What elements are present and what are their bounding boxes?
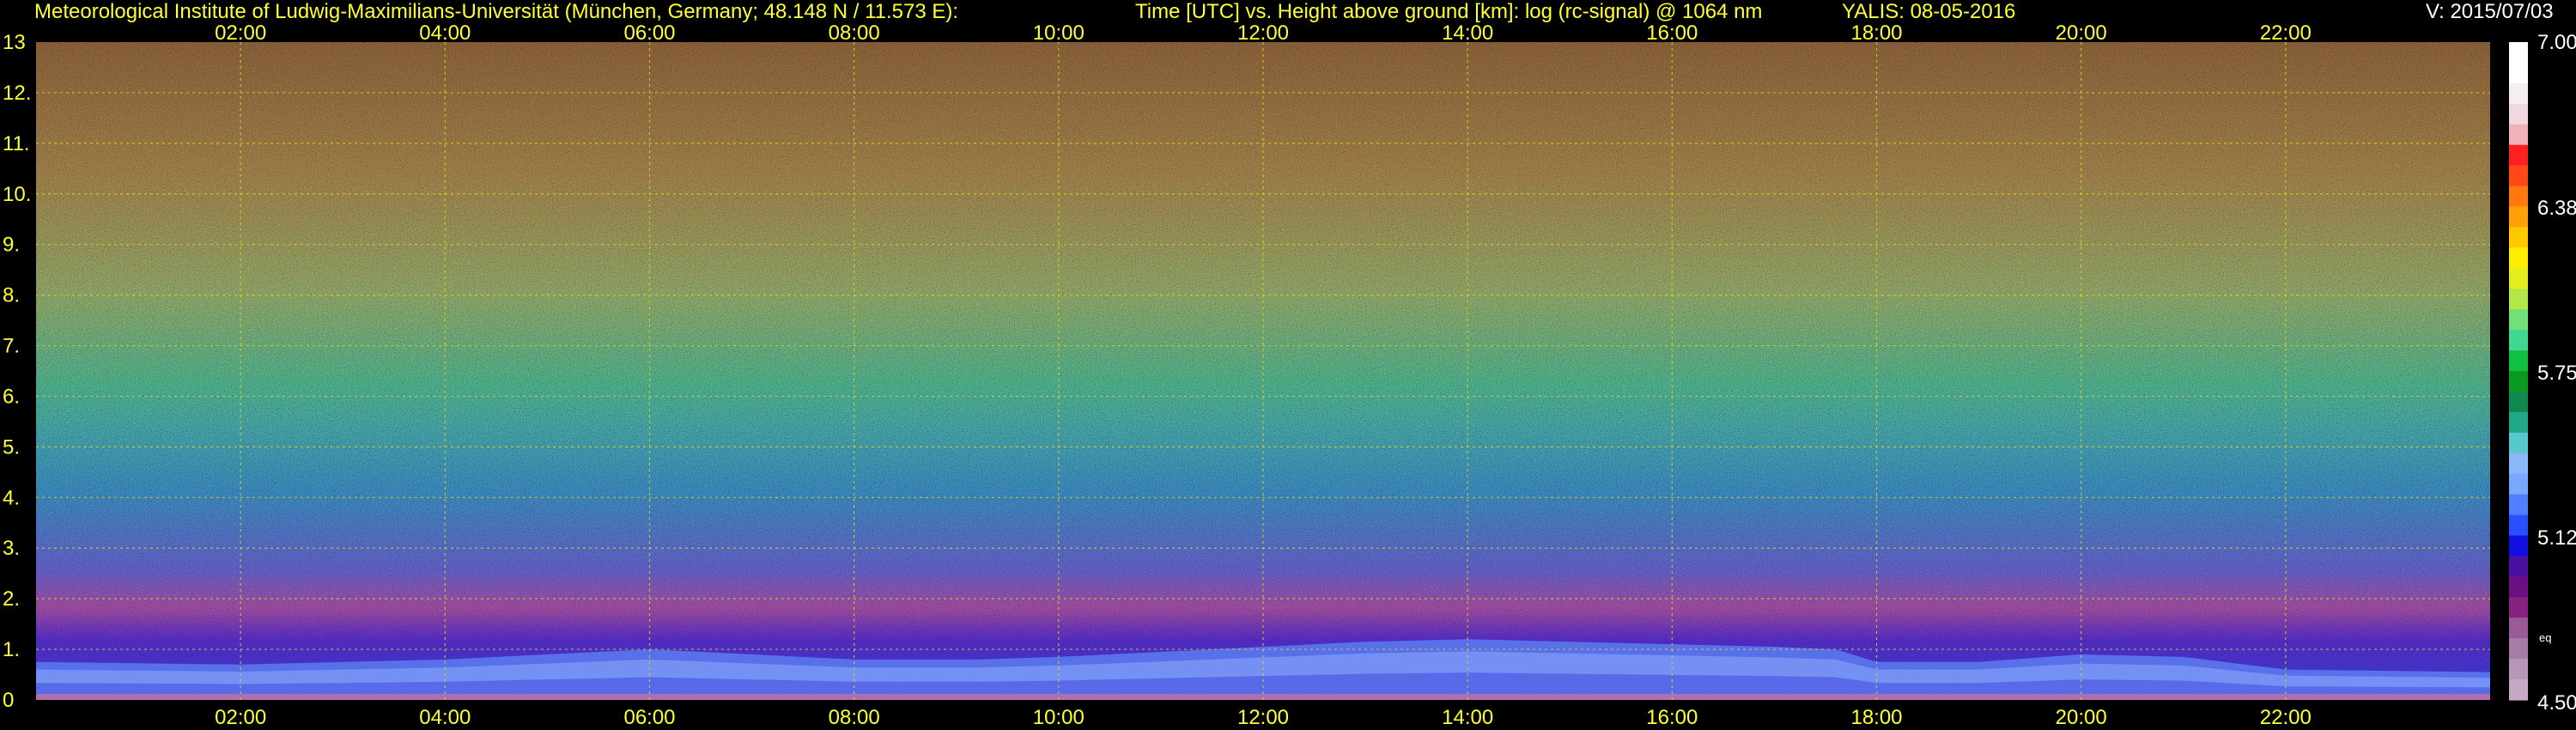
y-tick-label: 3. xyxy=(3,537,20,560)
x-tick-label-bottom: 10:00 xyxy=(1033,706,1084,729)
colorbar-swatch xyxy=(2509,206,2528,228)
y-tick-label: 9. xyxy=(3,234,20,257)
x-tick-label-top: 20:00 xyxy=(2056,21,2107,45)
colorbar-swatch xyxy=(2509,638,2528,660)
x-tick-label-top: 02:00 xyxy=(215,21,266,45)
x-axis-labels-top: 02:00 04:00 06:00 08:00 10:00 12:00 14:00 16:00… xyxy=(215,21,2312,45)
colorbar-swatch xyxy=(2509,514,2528,537)
x-tick-label-top: 22:00 xyxy=(2260,21,2312,45)
colorbar-swatch xyxy=(2509,453,2528,475)
y-tick-label: 8. xyxy=(3,284,20,307)
colorbar-swatch xyxy=(2509,289,2528,310)
colorbar-swatch xyxy=(2509,330,2528,351)
colorbar-swatch xyxy=(2509,350,2528,372)
y-tick-label: 5. xyxy=(3,435,20,459)
x-axis-labels-bottom: 02:00 04:00 06:00 08:00 10:00 12:00 14:00 16:00… xyxy=(215,706,2312,729)
y-tick-label: 0 xyxy=(3,689,14,712)
x-tick-label-top: 06:00 xyxy=(623,21,675,45)
colorbar-swatch xyxy=(2509,42,2528,64)
colorbar-swatch xyxy=(2509,432,2528,454)
y-tick-label: 2. xyxy=(3,587,20,611)
colorbar-swatch xyxy=(2509,617,2528,639)
y-tick-label: 7. xyxy=(3,335,20,358)
colorbar-swatch xyxy=(2509,371,2528,392)
x-tick-label-top: 10:00 xyxy=(1033,21,1084,45)
y-axis-labels: 0 1. 2. 3. 4. 5. 6. 7. 8. 9. 10. 11. 12. 13 xyxy=(3,31,31,712)
y-tick-label: 6. xyxy=(3,385,20,408)
lidar-heatmap-chart: 0 1. 2. 3. 4. 5. 6. 7. 8. 9. 10. 11. 12. 13 02:00 04:0… xyxy=(3,21,2576,729)
y-tick-label: 4. xyxy=(3,486,20,509)
colorbar-swatch xyxy=(2509,227,2528,248)
colorbar-swatch xyxy=(2509,494,2528,516)
x-tick-label-bottom: 14:00 xyxy=(1442,706,1493,729)
x-tick-label-top: 08:00 xyxy=(829,21,880,45)
colorbar-swatch xyxy=(2509,186,2528,208)
colorbar-label-7-00: 7.00 xyxy=(2537,31,2576,54)
colorbar-swatch xyxy=(2509,144,2528,167)
x-tick-label-bottom: 02:00 xyxy=(215,706,266,729)
colorbar-swatch xyxy=(2509,62,2528,84)
x-tick-label-bottom: 06:00 xyxy=(623,706,675,729)
x-tick-label-top: 04:00 xyxy=(419,21,471,45)
y-tick-label: 11. xyxy=(3,132,30,155)
x-tick-label-bottom: 16:00 xyxy=(1646,706,1698,729)
colorbar-swatch xyxy=(2509,659,2528,680)
colorbar-label-6-38: 6.38 xyxy=(2537,197,2576,220)
colorbar-swatch xyxy=(2509,124,2528,146)
colorbar-eq-label: eq xyxy=(2539,631,2551,644)
x-tick-label-bottom: 18:00 xyxy=(1850,706,1902,729)
x-tick-label-top: 12:00 xyxy=(1237,21,1289,45)
colorbar-swatches xyxy=(2509,42,2528,701)
colorbar-swatch xyxy=(2509,411,2528,434)
colorbar-swatch xyxy=(2509,576,2528,598)
x-tick-label-bottom: 04:00 xyxy=(419,706,471,729)
colorbar-swatch xyxy=(2509,247,2528,269)
colorbar-swatch xyxy=(2509,391,2528,413)
colorbar-swatch xyxy=(2509,556,2528,577)
x-tick-label-bottom: 12:00 xyxy=(1237,706,1289,729)
colorbar-swatch xyxy=(2509,103,2528,125)
colorbar-label-5-12: 5.12 xyxy=(2537,526,2576,550)
x-tick-label-bottom: 08:00 xyxy=(829,706,880,729)
x-tick-label-bottom: 22:00 xyxy=(2260,706,2312,729)
colorbar-swatch xyxy=(2509,597,2528,618)
y-tick-label: 13 xyxy=(3,31,26,54)
colorbar-swatch xyxy=(2509,535,2528,557)
colorbar-label-4-50: 4.50 xyxy=(2537,691,2576,715)
x-tick-label-top: 18:00 xyxy=(1850,21,1902,45)
colorbar-swatch xyxy=(2509,268,2528,289)
colorbar-swatch xyxy=(2509,679,2528,701)
colorbar-swatch xyxy=(2509,473,2528,496)
x-tick-label-top: 16:00 xyxy=(1646,21,1698,45)
colorbar-swatch xyxy=(2509,165,2528,187)
colorbar-swatch xyxy=(2509,82,2528,105)
colorbar: 7.00 6.38 5.75 5.12 4.50 eq xyxy=(2509,31,2576,715)
x-tick-label-top: 14:00 xyxy=(1442,21,1493,45)
colorbar-swatch xyxy=(2509,309,2528,331)
y-tick-label: 12. xyxy=(3,82,31,105)
x-tick-label-bottom: 20:00 xyxy=(2056,706,2107,729)
y-tick-label: 10. xyxy=(3,183,31,206)
y-tick-label: 1. xyxy=(3,638,20,661)
colorbar-label-5-75: 5.75 xyxy=(2537,362,2576,385)
